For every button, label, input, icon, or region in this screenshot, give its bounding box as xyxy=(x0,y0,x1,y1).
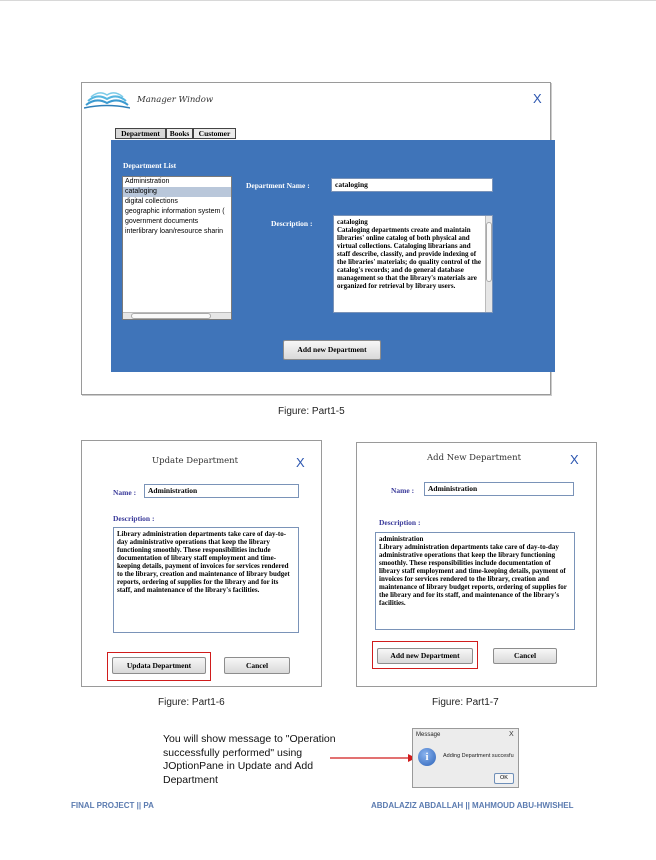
name-field[interactable]: Administration xyxy=(424,482,574,496)
add-department-dialog: Add New Department X Name : Administrati… xyxy=(356,442,597,687)
update-department-dialog: Update Department X Name : Administratio… xyxy=(81,440,322,687)
update-department-button[interactable]: Updata Department xyxy=(112,657,206,674)
department-name-field[interactable]: cataloging xyxy=(331,178,493,192)
description-textarea[interactable]: Library administration departments take … xyxy=(113,527,299,633)
footer-right: ABDALAZIZ ABDALLAH || MAHMOUD ABU-HWISHE… xyxy=(371,801,574,810)
tab-strip: Department Books Customer xyxy=(115,128,555,139)
footer-left: FINAL PROJECT || PA xyxy=(71,801,154,810)
list-item[interactable]: Administration xyxy=(123,177,231,187)
list-item[interactable]: geographic information system ( xyxy=(123,207,231,217)
figure-caption: Figure: Part1-6 xyxy=(158,697,225,708)
page-top-rule xyxy=(0,0,656,1)
add-department-button[interactable]: Add new Department xyxy=(283,340,381,360)
tab-customer[interactable]: Customer xyxy=(193,128,236,139)
window-title: Manager Window xyxy=(137,95,214,105)
description-label: Description : xyxy=(113,514,155,523)
manager-window: Manager Window X Department Books Custom… xyxy=(81,82,555,395)
department-name-label: Department Name : xyxy=(246,181,310,190)
description-textarea[interactable]: administration Library administration de… xyxy=(375,532,575,630)
name-label: Name : xyxy=(391,486,415,495)
note-text: You will show message to "Operation succ… xyxy=(163,733,336,786)
info-icon: i xyxy=(418,748,436,766)
description-label: Description : xyxy=(379,518,421,527)
message-dialog: Message X i Adding Department succesfu O… xyxy=(412,728,519,788)
list-item[interactable]: digital collections xyxy=(123,197,231,207)
figure-caption: Figure: Part1-5 xyxy=(278,406,345,417)
book-logo-icon xyxy=(84,92,130,109)
list-item[interactable]: government documents xyxy=(123,217,231,227)
dialog-title: Update Department xyxy=(152,456,239,466)
tab-department[interactable]: Department xyxy=(115,128,166,139)
figure-caption: Figure: Part1-7 xyxy=(432,697,499,708)
description-label: Description : xyxy=(271,219,313,228)
close-icon[interactable]: X xyxy=(509,731,514,738)
department-panel: Department List Administration catalogin… xyxy=(111,140,555,372)
list-item[interactable]: cataloging xyxy=(123,187,231,197)
cancel-button[interactable]: Cancel xyxy=(224,657,290,674)
arrow-icon xyxy=(330,754,416,762)
close-icon[interactable]: X xyxy=(296,455,305,470)
name-label: Name : xyxy=(113,488,137,497)
message-title: Message xyxy=(416,732,441,738)
list-item[interactable]: interlibrary loan/resource sharin xyxy=(123,227,231,237)
cancel-button[interactable]: Cancel xyxy=(493,648,557,664)
close-icon[interactable]: X xyxy=(570,452,579,467)
close-icon[interactable]: X xyxy=(533,91,542,106)
scroll-thumb[interactable] xyxy=(131,313,211,319)
tab-books[interactable]: Books xyxy=(166,128,193,139)
vertical-scrollbar[interactable] xyxy=(485,216,492,312)
description-textarea[interactable]: cataloging Cataloging departments create… xyxy=(333,215,493,313)
message-text: Adding Department succesfu xyxy=(443,753,514,759)
scroll-thumb[interactable] xyxy=(486,222,492,282)
add-department-button[interactable]: Add new Department xyxy=(377,648,473,664)
department-list-label: Department List xyxy=(123,161,177,170)
info-icon-glyph: i xyxy=(425,751,429,763)
horizontal-scrollbar[interactable] xyxy=(123,312,231,319)
ok-button[interactable]: OK xyxy=(494,773,514,784)
dialog-title: Add New Department xyxy=(427,453,521,463)
name-field[interactable]: Administration xyxy=(144,484,299,498)
department-list[interactable]: Administration cataloging digital collec… xyxy=(122,176,232,320)
